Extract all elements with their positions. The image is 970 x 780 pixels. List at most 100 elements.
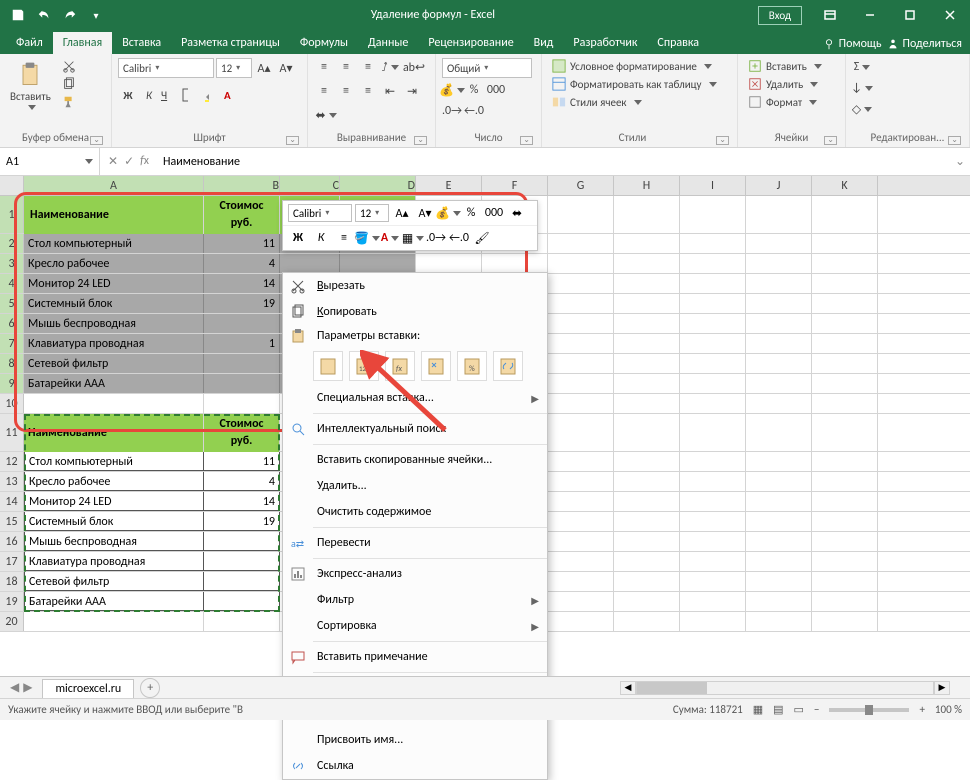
row-header[interactable]: 3 [0, 254, 24, 273]
cell-styles-button[interactable]: Стили ячеек [548, 94, 721, 110]
select-all-triangle[interactable] [0, 176, 24, 195]
comma-icon[interactable]: 000 [486, 81, 506, 99]
autosum-icon[interactable]: Σ [852, 58, 872, 76]
row-header[interactable]: 18 [0, 572, 24, 591]
cell[interactable]: Стол компьютерный [24, 234, 204, 253]
clear-icon[interactable]: ◇ [852, 100, 872, 118]
row-header[interactable]: 8 [0, 354, 24, 373]
row-header[interactable]: 15 [0, 512, 24, 531]
login-button[interactable]: Вход [758, 6, 802, 25]
cell[interactable]: Батарейки AAA [24, 592, 204, 611]
cell[interactable]: Наименование [24, 414, 204, 452]
col-header-a[interactable]: A [24, 176, 204, 195]
tab-review[interactable]: Рецензирование [418, 32, 523, 54]
format-as-table-button[interactable]: Форматировать как таблицу [548, 76, 721, 92]
undo-icon[interactable] [32, 3, 56, 27]
delete-cells-button[interactable]: Удалить [744, 76, 826, 92]
view-page-break-icon[interactable]: ▭ [794, 703, 804, 716]
cell[interactable]: Кресло рабочее [24, 254, 204, 273]
cut-icon[interactable] [59, 58, 79, 74]
paste-all-icon[interactable] [313, 351, 343, 381]
mini-percent-icon[interactable]: % [461, 204, 481, 222]
copy-icon[interactable] [59, 76, 79, 92]
cell[interactable]: Монитор 24 LED [24, 492, 204, 511]
cell[interactable] [204, 532, 280, 551]
increase-indent-icon[interactable]: ⇥ [402, 82, 422, 100]
row-header[interactable]: 16 [0, 532, 24, 551]
cell[interactable] [204, 572, 280, 591]
cell[interactable] [340, 254, 416, 273]
tab-view[interactable]: Вид [524, 32, 564, 54]
decrease-decimal-icon[interactable]: ←.0 [464, 102, 484, 120]
name-box[interactable]: A1 [0, 148, 100, 175]
mini-bold-button[interactable]: Ж [288, 229, 308, 247]
mini-dec-decimal-icon[interactable]: ←.0 [449, 229, 469, 247]
ribbon-display-icon[interactable] [810, 0, 850, 30]
col-header-h[interactable]: H [614, 176, 680, 195]
view-normal-icon[interactable]: ▦ [753, 703, 763, 716]
cell[interactable]: Стол компьютерный [24, 452, 204, 471]
increase-font-icon[interactable]: A▴ [254, 59, 274, 77]
col-header-k[interactable]: K [812, 176, 878, 195]
save-icon[interactable] [6, 3, 30, 27]
mini-comma-icon[interactable]: 000 [484, 204, 504, 222]
tab-formulas[interactable]: Формулы [290, 32, 358, 54]
row-header[interactable]: 19 [0, 592, 24, 611]
mini-size-combo[interactable]: 12 [355, 204, 389, 222]
mini-increase-font-icon[interactable]: A▴ [392, 204, 412, 222]
row-header[interactable]: 13 [0, 472, 24, 491]
font-size-combo[interactable]: 12 [216, 58, 252, 78]
mini-font-color-icon[interactable]: A [380, 229, 400, 247]
col-header-d[interactable]: D [340, 176, 416, 195]
zoom-slider[interactable] [829, 708, 909, 712]
ctx-insert-copied[interactable]: Вставить скопированные ячейки... [283, 447, 547, 473]
insert-cells-button[interactable]: Вставить [744, 58, 826, 74]
cell[interactable]: 4 [204, 254, 280, 273]
expand-formula-bar-icon[interactable]: ⌄ [950, 154, 970, 169]
maximize-icon[interactable] [890, 0, 930, 30]
col-header-f[interactable]: F [482, 176, 548, 195]
mini-font-combo[interactable]: Calibri [288, 204, 352, 222]
font-color-icon[interactable]: A [223, 85, 243, 105]
mini-inc-decimal-icon[interactable]: .0→ [426, 229, 446, 247]
cell[interactable]: Клавиатура проводная [24, 552, 204, 571]
cell[interactable]: Сетевой фильтр [24, 572, 204, 591]
mini-format-painter-icon[interactable]: 🖌 [472, 229, 492, 247]
mini-italic-button[interactable]: К [311, 229, 331, 247]
close-icon[interactable] [930, 0, 970, 30]
row-header[interactable]: 7 [0, 334, 24, 353]
tab-developer[interactable]: Разработчик [563, 32, 647, 54]
share-button[interactable]: Поделиться [886, 37, 962, 51]
row-header[interactable]: 17 [0, 552, 24, 571]
cell[interactable]: Системный блок [24, 294, 204, 313]
fill-icon[interactable]: ↓ [852, 79, 872, 97]
ctx-define-name[interactable]: Присвоить имя... [283, 727, 547, 753]
cell[interactable]: 11 [204, 234, 280, 253]
zoom-level[interactable]: 100 % [935, 703, 962, 716]
mini-borders-icon[interactable]: ▦ [403, 229, 423, 247]
format-cells-button[interactable]: Формат [744, 94, 826, 110]
ctx-cut[interactable]: Вырезать [283, 273, 547, 299]
tab-help[interactable]: Справка [647, 32, 709, 54]
cell[interactable]: Клавиатура проводная [24, 334, 204, 353]
mini-merge-icon[interactable]: ⬌ [507, 204, 527, 222]
cell[interactable]: 14 [204, 274, 280, 293]
mini-align-icon[interactable]: ≡ [334, 229, 354, 247]
col-header-g[interactable]: G [548, 176, 614, 195]
tab-data[interactable]: Данные [358, 32, 418, 54]
cell[interactable]: 14 [204, 492, 280, 511]
cell[interactable]: Системный блок [24, 512, 204, 531]
paste-button[interactable]: Вставить [6, 58, 55, 112]
cell[interactable]: Мышь беспроводная [24, 532, 204, 551]
cancel-formula-icon[interactable]: ✕ [108, 154, 118, 169]
tell-me-icon[interactable]: Помощь [822, 37, 882, 51]
new-sheet-button[interactable]: + [140, 678, 160, 698]
horizontal-scrollbar[interactable]: ◀ ▶ [620, 680, 970, 696]
minimize-icon[interactable] [850, 0, 890, 30]
cell[interactable]: Стоимосруб. [204, 414, 280, 452]
ctx-quick-analysis[interactable]: Экспресс-анализ [283, 561, 547, 587]
align-top-icon[interactable]: ≡ [314, 58, 334, 76]
bold-button[interactable]: Ж [118, 85, 138, 105]
paste-formatting-icon[interactable]: % [457, 351, 487, 381]
tab-home[interactable]: Главная [53, 32, 112, 54]
